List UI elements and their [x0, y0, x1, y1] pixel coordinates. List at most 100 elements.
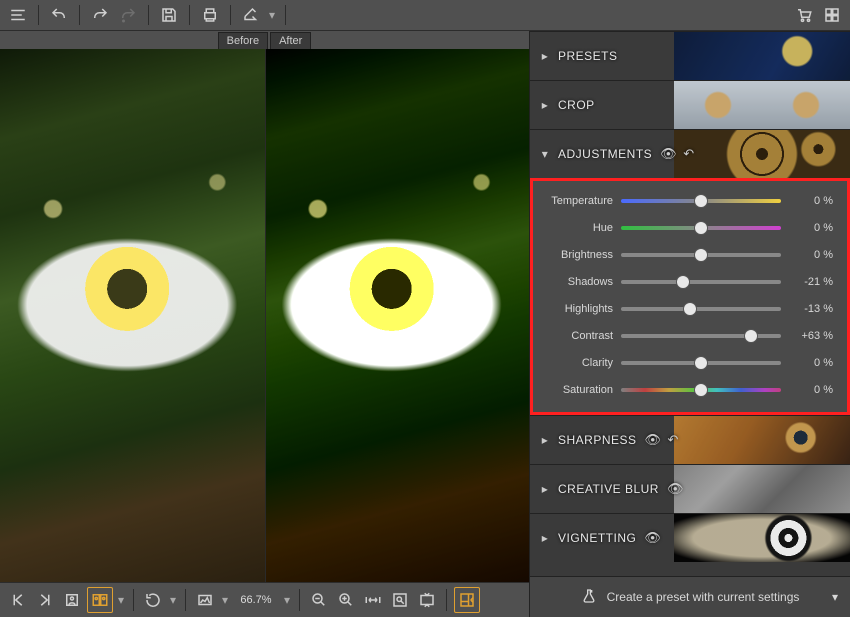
- print-icon[interactable]: [198, 3, 222, 27]
- slider-value[interactable]: 0 %: [789, 357, 833, 369]
- navigator-icon[interactable]: [454, 587, 480, 613]
- panel-presets[interactable]: ▸ PRESETS: [530, 31, 850, 80]
- panel-crop[interactable]: ▸ CROP: [530, 80, 850, 129]
- split-divider[interactable]: [265, 49, 266, 582]
- panel-thumbnail: [674, 130, 850, 178]
- slider-row: Saturation0 %: [539, 382, 833, 398]
- zoom-dropdown-icon[interactable]: ▾: [282, 593, 292, 607]
- panel-vignetting[interactable]: ▸ VIGNETTING 👁: [530, 513, 850, 562]
- slider-track[interactable]: [621, 388, 781, 392]
- after-image: [265, 49, 530, 582]
- bottom-toolbar: ▾ ▾ ▾ 66.7% ▾: [0, 582, 529, 617]
- separator: [185, 589, 186, 611]
- separator: [230, 5, 231, 25]
- single-view-icon[interactable]: [60, 588, 84, 612]
- panel-sharpness[interactable]: ▸ SHARPNESS 👁 ↶: [530, 415, 850, 464]
- view-dropdown-icon[interactable]: ▾: [116, 593, 126, 607]
- chevron-right-icon: ▸: [540, 100, 550, 110]
- slider-label: Clarity: [539, 357, 613, 369]
- panel-creative-blur[interactable]: ▸ CREATIVE BLUR 👁: [530, 464, 850, 513]
- grid-view-icon[interactable]: [820, 3, 844, 27]
- slider-label: Contrast: [539, 330, 613, 342]
- eye-icon[interactable]: 👁: [667, 481, 684, 497]
- chevron-right-icon: ▸: [540, 51, 550, 61]
- cart-icon[interactable]: [792, 3, 816, 27]
- histogram-dropdown-icon[interactable]: ▾: [220, 593, 230, 607]
- slider-track[interactable]: [621, 226, 781, 230]
- menu-icon[interactable]: [6, 3, 30, 27]
- separator: [299, 589, 300, 611]
- panel-title: VIGNETTING: [558, 531, 636, 545]
- flask-icon: [581, 588, 597, 607]
- chevron-right-icon: ▸: [540, 484, 550, 494]
- slider-track[interactable]: [621, 280, 781, 284]
- slider-value[interactable]: +63 %: [789, 330, 833, 342]
- rotate-dropdown-icon[interactable]: ▾: [168, 593, 178, 607]
- after-tab[interactable]: After: [270, 32, 311, 49]
- slider-thumb[interactable]: [744, 329, 758, 343]
- adjustments-body: Temperature0 %Hue0 %Brightness0 %Shadows…: [530, 178, 850, 415]
- panel-title: ADJUSTMENTS: [558, 147, 652, 161]
- slider-thumb[interactable]: [694, 383, 708, 397]
- slider-row: Contrast +63 %: [539, 328, 833, 344]
- undo-icon[interactable]: [47, 3, 71, 27]
- slider-value[interactable]: 0 %: [789, 384, 833, 396]
- slider-thumb[interactable]: [676, 275, 690, 289]
- zoom-in-icon[interactable]: [334, 588, 358, 612]
- eye-icon[interactable]: 👁: [660, 146, 677, 162]
- slider-row: Shadows-21 %: [539, 274, 833, 290]
- slider-track[interactable]: [621, 334, 781, 338]
- share-dropdown-icon[interactable]: ▾: [267, 8, 277, 22]
- separator: [446, 589, 447, 611]
- reset-icon[interactable]: ↶: [668, 432, 679, 448]
- create-preset-label: Create a preset with current settings: [607, 590, 800, 604]
- save-icon[interactable]: [157, 3, 181, 27]
- slider-label: Brightness: [539, 249, 613, 261]
- slider-track[interactable]: [621, 307, 781, 311]
- chevron-down-icon[interactable]: ▾: [832, 590, 838, 604]
- zoom-out-icon[interactable]: [307, 588, 331, 612]
- slider-track[interactable]: [621, 199, 781, 203]
- create-preset-button[interactable]: Create a preset with current settings ▾: [530, 576, 850, 617]
- slider-label: Temperature: [539, 195, 613, 207]
- slider-value[interactable]: -21 %: [789, 276, 833, 288]
- next-image-icon[interactable]: [33, 588, 57, 612]
- slider-value[interactable]: 0 %: [789, 249, 833, 261]
- before-image: [0, 49, 265, 582]
- redo-step-icon: [116, 3, 140, 27]
- chevron-down-icon: ▾: [540, 149, 550, 159]
- slider-value[interactable]: 0 %: [789, 195, 833, 207]
- panel-adjustments[interactable]: ▾ ADJUSTMENTS 👁 ↶: [530, 129, 850, 178]
- main-area: Before After ▾ ▾ ▾ 66.7%: [0, 31, 850, 617]
- panel-spacer: [530, 562, 850, 576]
- panel-title: PRESETS: [558, 49, 618, 63]
- share-icon[interactable]: [239, 3, 263, 27]
- slider-thumb[interactable]: [694, 248, 708, 262]
- histogram-icon[interactable]: [193, 588, 217, 612]
- rotate-icon[interactable]: [141, 588, 165, 612]
- compare-view-icon[interactable]: [87, 587, 113, 613]
- reset-icon[interactable]: ↶: [683, 146, 694, 162]
- slider-thumb[interactable]: [694, 221, 708, 235]
- panel-thumbnail: [674, 32, 850, 80]
- eye-icon[interactable]: 👁: [644, 530, 661, 546]
- separator: [285, 5, 286, 25]
- slider-value[interactable]: 0 %: [789, 222, 833, 234]
- first-image-icon[interactable]: [6, 588, 30, 612]
- zoom-readout[interactable]: 66.7%: [233, 594, 279, 606]
- redo-icon[interactable]: [88, 3, 112, 27]
- slider-label: Highlights: [539, 303, 613, 315]
- separator: [148, 5, 149, 25]
- fit-screen-icon[interactable]: [415, 588, 439, 612]
- before-tab[interactable]: Before: [218, 32, 268, 49]
- preview-canvas[interactable]: [0, 49, 529, 582]
- fit-width-icon[interactable]: [361, 588, 385, 612]
- slider-thumb[interactable]: [694, 356, 708, 370]
- eye-icon[interactable]: 👁: [645, 432, 662, 448]
- slider-track[interactable]: [621, 253, 781, 257]
- actual-size-icon[interactable]: [388, 588, 412, 612]
- slider-thumb[interactable]: [683, 302, 697, 316]
- slider-thumb[interactable]: [694, 194, 708, 208]
- slider-track[interactable]: [621, 361, 781, 365]
- slider-value[interactable]: -13 %: [789, 303, 833, 315]
